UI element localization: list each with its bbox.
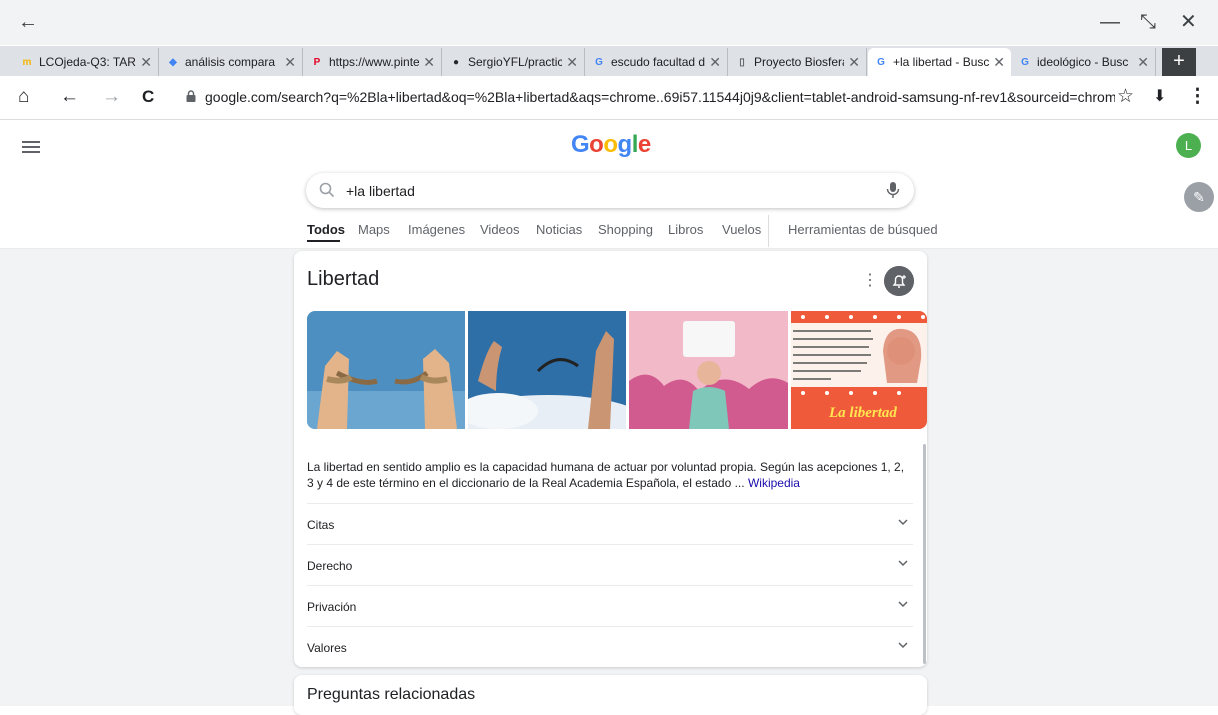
- filter-tab[interactable]: Videos: [480, 222, 520, 237]
- related-questions-title: Preguntas relacionadas: [307, 686, 476, 703]
- chevron-down-icon[interactable]: [897, 516, 909, 528]
- google-icon: G: [1021, 56, 1029, 68]
- knowledge-title: Libertad: [307, 268, 380, 290]
- tab-title: https://www.pinte: [329, 55, 420, 69]
- poster-caption: La libertad: [829, 405, 897, 421]
- chevron-down-icon[interactable]: [897, 598, 909, 610]
- search-icon[interactable]: [318, 181, 336, 199]
- tab-title: análisis compara: [185, 55, 276, 69]
- more-menu-icon[interactable]: ⋮: [1188, 86, 1207, 108]
- tab-close-icon[interactable]: ✕: [140, 54, 152, 71]
- download-icon[interactable]: ⬇: [1153, 86, 1166, 108]
- home-icon[interactable]: ⌂: [18, 86, 29, 108]
- filter-divider: [768, 215, 769, 247]
- knowledge-row[interactable]: Citas: [307, 503, 913, 544]
- classroom-icon: m: [22, 56, 32, 68]
- tab-title: escudo facultad d: [611, 55, 706, 69]
- avatar[interactable]: L: [1176, 133, 1201, 158]
- filter-tab[interactable]: Todos: [307, 222, 345, 237]
- google-icon: G: [877, 56, 885, 68]
- row-label: Privación: [307, 600, 357, 614]
- logo-letter: e: [637, 131, 651, 158]
- tab-close-icon[interactable]: ✕: [993, 54, 1005, 71]
- microphone-icon[interactable]: [886, 181, 900, 199]
- pinterest-icon: P: [313, 56, 321, 68]
- logo-letter: G: [571, 131, 590, 158]
- tab-title: +la libertad - Busc: [893, 55, 990, 69]
- tab-close-icon[interactable]: ✕: [284, 54, 296, 71]
- knowledge-more-icon[interactable]: ⋮: [862, 270, 878, 290]
- lock-icon: [186, 90, 196, 102]
- tab-7[interactable]: Gideológico - Busc ✕: [1012, 48, 1156, 76]
- address-bar[interactable]: google.com/search?q=%2Bla+libertad&oq=%2…: [205, 89, 1115, 105]
- reload-button[interactable]: C: [142, 86, 154, 108]
- filter-tab[interactable]: Vuelos: [722, 222, 761, 237]
- new-tab-button[interactable]: +: [1162, 48, 1196, 76]
- back-button[interactable]: ←: [60, 86, 79, 108]
- tab-1[interactable]: ◆ análisis compara ✕: [160, 48, 303, 76]
- tab-2[interactable]: Phttps://www.pinte ✕: [304, 48, 442, 76]
- search-box[interactable]: +la libertad: [306, 173, 914, 208]
- back-arrow-icon[interactable]: ←: [18, 10, 38, 34]
- row-label: Derecho: [307, 559, 353, 573]
- tab-close-icon[interactable]: ✕: [1137, 54, 1149, 71]
- knowledge-row[interactable]: Valores: [307, 626, 913, 667]
- close-window-icon[interactable]: ✕: [1180, 10, 1197, 34]
- tab-close-icon[interactable]: ✕: [423, 54, 435, 71]
- tab-title: SergioYFL/practic: [468, 55, 563, 69]
- tab-close-icon[interactable]: ✕: [566, 54, 578, 71]
- active-filter-underline: [307, 240, 340, 242]
- filter-tab[interactable]: Imágenes: [408, 222, 465, 237]
- chevron-down-icon[interactable]: [897, 639, 909, 651]
- tab-3[interactable]: ● SergioYFL/practic ✕: [443, 48, 585, 76]
- docs-icon: ◆: [169, 56, 177, 68]
- github-icon: ●: [452, 56, 460, 68]
- logo-letter: g: [617, 131, 633, 158]
- knowledge-row[interactable]: Privación: [307, 585, 913, 626]
- bookmark-star-icon[interactable]: ☆: [1117, 86, 1134, 108]
- edit-pencil-icon[interactable]: ✎: [1184, 182, 1214, 212]
- wikipedia-link[interactable]: Wikipedia: [748, 476, 800, 490]
- filter-tab[interactable]: Maps: [358, 222, 390, 237]
- knowledge-description: La libertad en sentido amplio es la capa…: [307, 459, 913, 491]
- tab-0[interactable]: m LCOjeda-Q3: TAR ✕: [14, 48, 159, 76]
- filter-tab[interactable]: Shopping: [598, 222, 653, 237]
- url-path: /search?q=%2Bla+libertad&oq=%2Bla+libert…: [277, 89, 1115, 105]
- row-label: Valores: [307, 641, 347, 655]
- tab-title: ideológico - Busc: [1037, 55, 1129, 69]
- row-label: Citas: [307, 518, 335, 532]
- image-protest-illustration[interactable]: [629, 311, 788, 429]
- google-icon: G: [595, 56, 603, 68]
- tab-title: Proyecto Biosfera: [754, 55, 845, 69]
- filter-tab[interactable]: Herramientas de búsqued: [788, 222, 938, 237]
- tab-6[interactable]: G +la libertad - Busc ✕: [868, 48, 1011, 76]
- logo-letter: o: [589, 131, 604, 158]
- filter-tab[interactable]: Libros: [668, 222, 703, 237]
- knowledge-row[interactable]: Derecho: [307, 544, 913, 585]
- google-logo[interactable]: Google: [571, 131, 651, 159]
- image-broken-chains[interactable]: [307, 311, 465, 429]
- image-libertad-poster[interactable]: La libertad: [791, 311, 927, 429]
- logo-letter: o: [603, 131, 618, 158]
- search-input[interactable]: +la libertad: [346, 183, 415, 199]
- page-icon: ▯: [739, 56, 745, 68]
- tab-title: LCOjeda-Q3: TAR: [39, 55, 136, 69]
- forward-button[interactable]: →: [102, 86, 121, 108]
- filter-tab[interactable]: Noticias: [536, 222, 582, 237]
- panel-scrollbar[interactable]: [923, 444, 926, 664]
- chevron-down-icon[interactable]: [897, 557, 909, 569]
- description-text: La libertad en sentido amplio es la capa…: [307, 460, 905, 490]
- image-raised-hand-shackle[interactable]: [468, 311, 626, 429]
- tab-close-icon[interactable]: ✕: [848, 54, 860, 71]
- minimize-icon[interactable]: —: [1100, 10, 1120, 34]
- hamburger-menu-icon[interactable]: [22, 138, 40, 156]
- tab-5[interactable]: ▯ Proyecto Biosfera ✕: [729, 48, 867, 76]
- tab-close-icon[interactable]: ✕: [709, 54, 721, 71]
- follow-bell-icon[interactable]: [884, 266, 914, 296]
- restore-icon[interactable]: ⤡: [1140, 10, 1156, 34]
- tab-4[interactable]: Gescudo facultad d ✕: [586, 48, 728, 76]
- window-titlebar: ← — ⤡ ✕: [0, 0, 1218, 45]
- url-host: google.com: [205, 89, 278, 105]
